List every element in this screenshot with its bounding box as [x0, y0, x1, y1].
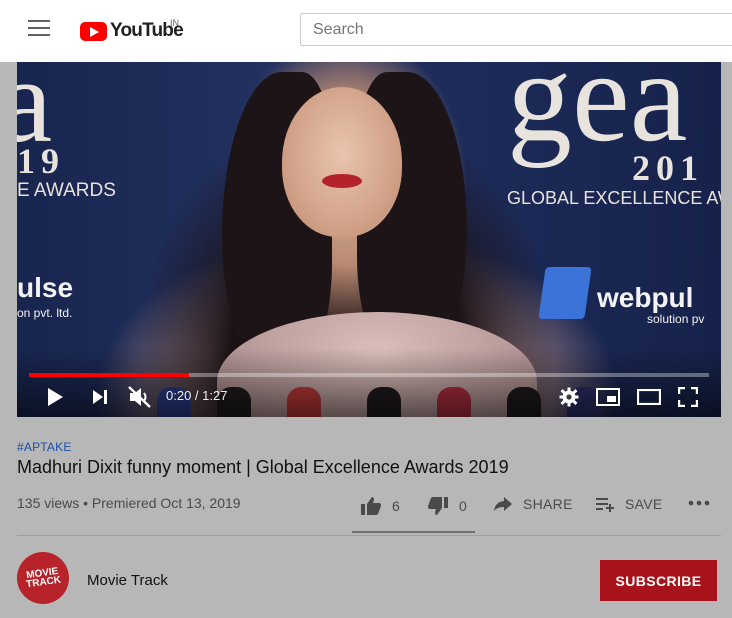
save-button[interactable]: SAVE — [595, 496, 663, 512]
webpulse-logo-mark — [538, 267, 592, 319]
like-button[interactable]: 6 — [360, 496, 400, 516]
divider — [17, 535, 721, 536]
next-icon[interactable] — [91, 388, 109, 406]
sentiment-bar — [352, 531, 475, 533]
video-info: #APTAKE Madhuri Dixit funny moment | Glo… — [17, 440, 721, 536]
miniplayer-icon[interactable] — [596, 388, 620, 406]
like-count: 6 — [392, 498, 401, 514]
play-icon[interactable] — [45, 386, 65, 408]
avatar-logo-text: MOVIE TRACK — [25, 565, 62, 591]
time-display: 0:20 / 1:27 — [166, 388, 228, 403]
search-input[interactable] — [301, 14, 732, 45]
save-label: SAVE — [625, 496, 663, 512]
video-player[interactable]: a 19 E AWARDS gea 201 GLOBAL EXCELLENCE … — [17, 62, 721, 417]
share-button[interactable]: SHARE — [493, 496, 573, 512]
video-title: Madhuri Dixit funny moment | Global Exce… — [17, 457, 509, 477]
more-actions-button[interactable] — [688, 500, 710, 506]
more-horizontal-icon — [688, 500, 710, 506]
theater-mode-icon[interactable] — [637, 389, 661, 405]
playlist-add-icon — [596, 498, 614, 512]
search-box[interactable] — [300, 13, 732, 46]
backdrop-year-right: 201 — [632, 148, 704, 188]
mute-icon[interactable] — [127, 385, 153, 409]
thumbs-down-icon — [428, 497, 448, 515]
menu-icon[interactable] — [28, 20, 50, 38]
dislike-button[interactable]: 0 — [427, 496, 467, 516]
progress-bar-played — [29, 373, 190, 377]
subscribe-button[interactable]: SUBSCRIBE — [600, 560, 717, 601]
controls-gradient — [17, 347, 721, 417]
backdrop-brand-right: webpul — [597, 282, 694, 313]
view-count-date: 135 views • Premiered Oct 13, 2019 — [17, 495, 241, 511]
share-label: SHARE — [523, 496, 573, 512]
settings-gear-icon[interactable] — [559, 387, 579, 407]
figure-lips — [322, 174, 362, 188]
fullscreen-icon[interactable] — [678, 387, 698, 407]
thumbs-up-icon — [361, 497, 381, 515]
progress-bar[interactable] — [29, 373, 709, 377]
dislike-count: 0 — [459, 498, 468, 514]
backdrop-brand-right-sub: solution pv — [647, 312, 705, 326]
backdrop-year-left: 19 — [17, 141, 65, 181]
youtube-play-icon — [80, 21, 107, 41]
channel-avatar[interactable]: MOVIE TRACK — [17, 552, 69, 604]
backdrop-awards-right: GLOBAL EXCELLENCE AW — [507, 188, 721, 208]
youtube-logo[interactable]: YouTube IN — [80, 18, 184, 42]
country-code: IN — [170, 18, 179, 28]
hashtag-link[interactable]: #APTAKE — [17, 440, 721, 454]
share-arrow-icon — [494, 497, 512, 511]
backdrop-brand-left-sub: on pvt. ltd. — [17, 306, 73, 320]
figure-face — [282, 87, 402, 237]
backdrop-brand-left: ulse — [17, 272, 74, 303]
channel-name[interactable]: Movie Track — [87, 572, 168, 589]
masthead: YouTube IN — [0, 0, 732, 62]
backdrop-awards-left: E AWARDS — [17, 180, 116, 201]
